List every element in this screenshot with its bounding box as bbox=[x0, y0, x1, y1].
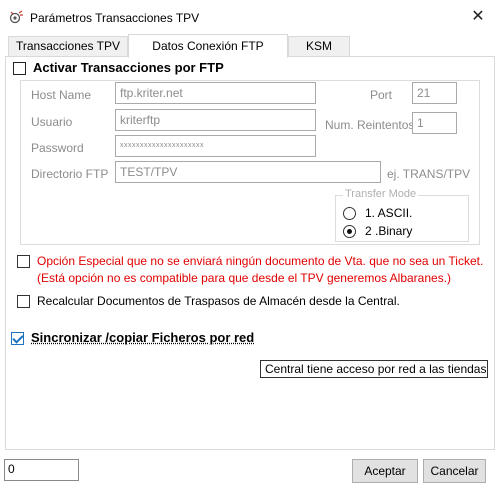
ftp-directory-hint: ej. TRANS/TPV bbox=[387, 167, 471, 181]
app-icon bbox=[9, 10, 23, 24]
tab-datos-conexion-ftp[interactable]: Datos Conexión FTP bbox=[128, 34, 288, 58]
host-name-field[interactable]: ftp.kriter.net bbox=[115, 82, 316, 104]
recalc-transfers-checkbox[interactable] bbox=[17, 295, 30, 308]
tab-ksm[interactable]: KSM bbox=[288, 36, 350, 57]
window-title: Parámetros Transacciones TPV bbox=[30, 11, 200, 25]
tab-transacciones-tpv[interactable]: Transacciones TPV bbox=[8, 36, 128, 57]
activate-ftp-checkbox[interactable] bbox=[13, 62, 26, 75]
status-field: 0 bbox=[4, 459, 79, 481]
title-bar: Parámetros Transacciones TPV ✕ bbox=[0, 0, 501, 34]
recalc-transfers-label: Recalcular Documentos de Traspasos de Al… bbox=[37, 294, 400, 308]
retries-label: Num. Reintentos bbox=[325, 118, 415, 132]
transfer-mode-title: Transfer Mode bbox=[343, 188, 419, 200]
ascii-radio[interactable] bbox=[343, 207, 356, 220]
port-field[interactable]: 21 bbox=[412, 82, 457, 104]
close-button[interactable]: ✕ bbox=[455, 0, 501, 34]
ascii-label: 1. ASCII. bbox=[365, 206, 413, 220]
ftp-directory-label: Directorio FTP bbox=[31, 167, 109, 181]
sync-files-tooltip: Central tiene acceso por red a las tiend… bbox=[260, 360, 488, 378]
port-label: Port bbox=[370, 88, 393, 102]
user-label: Usuario bbox=[31, 115, 73, 129]
binary-label: 2 .Binary bbox=[365, 224, 413, 238]
sync-files-checkbox[interactable] bbox=[11, 332, 24, 345]
special-option-label: Opción Especial que no se enviará ningún… bbox=[37, 254, 484, 268]
password-label: Password bbox=[31, 141, 84, 155]
password-field[interactable]: xxxxxxxxxxxxxxxxxxxxx bbox=[115, 135, 316, 157]
ftp-directory-field[interactable]: TEST/TPV bbox=[115, 161, 381, 183]
cancel-button[interactable]: Cancelar bbox=[423, 459, 486, 483]
special-option-note: (Está opción no es compatible para que d… bbox=[37, 271, 452, 285]
special-option-checkbox[interactable] bbox=[17, 255, 30, 268]
accept-button[interactable]: Aceptar bbox=[352, 459, 418, 483]
retries-field[interactable]: 1 bbox=[412, 112, 457, 134]
user-field[interactable]: kriterftp bbox=[115, 109, 316, 131]
sync-files-label: Sincronizar /copiar Ficheros por red bbox=[31, 330, 255, 345]
binary-radio[interactable] bbox=[343, 225, 356, 238]
host-name-label: Host Name bbox=[31, 88, 92, 102]
activate-ftp-label: Activar Transacciones por FTP bbox=[33, 60, 224, 75]
